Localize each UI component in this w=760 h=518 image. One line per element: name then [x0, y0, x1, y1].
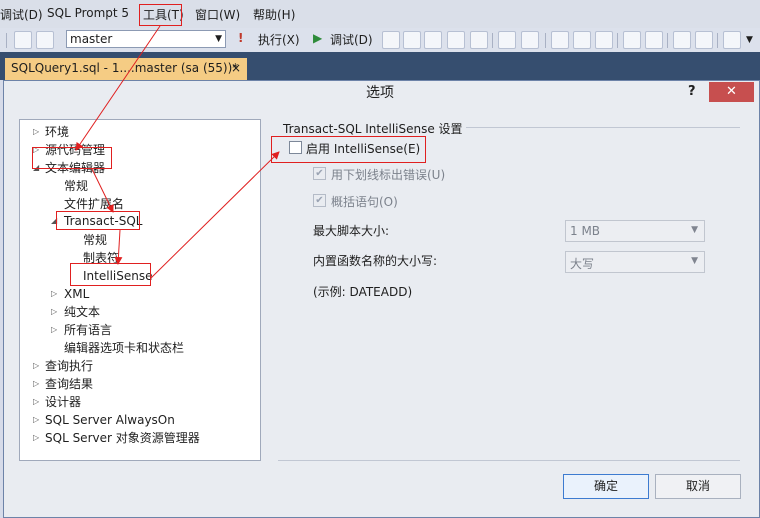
arrow-tsql-to-intellisense — [114, 229, 123, 265]
arrow-intellisense-to-enable — [150, 151, 280, 279]
annotation-arrows — [75, 25, 280, 279]
arrow-text-editor-to-tsql — [91, 168, 114, 213]
arrow-tools-to-text-editor — [75, 25, 161, 151]
